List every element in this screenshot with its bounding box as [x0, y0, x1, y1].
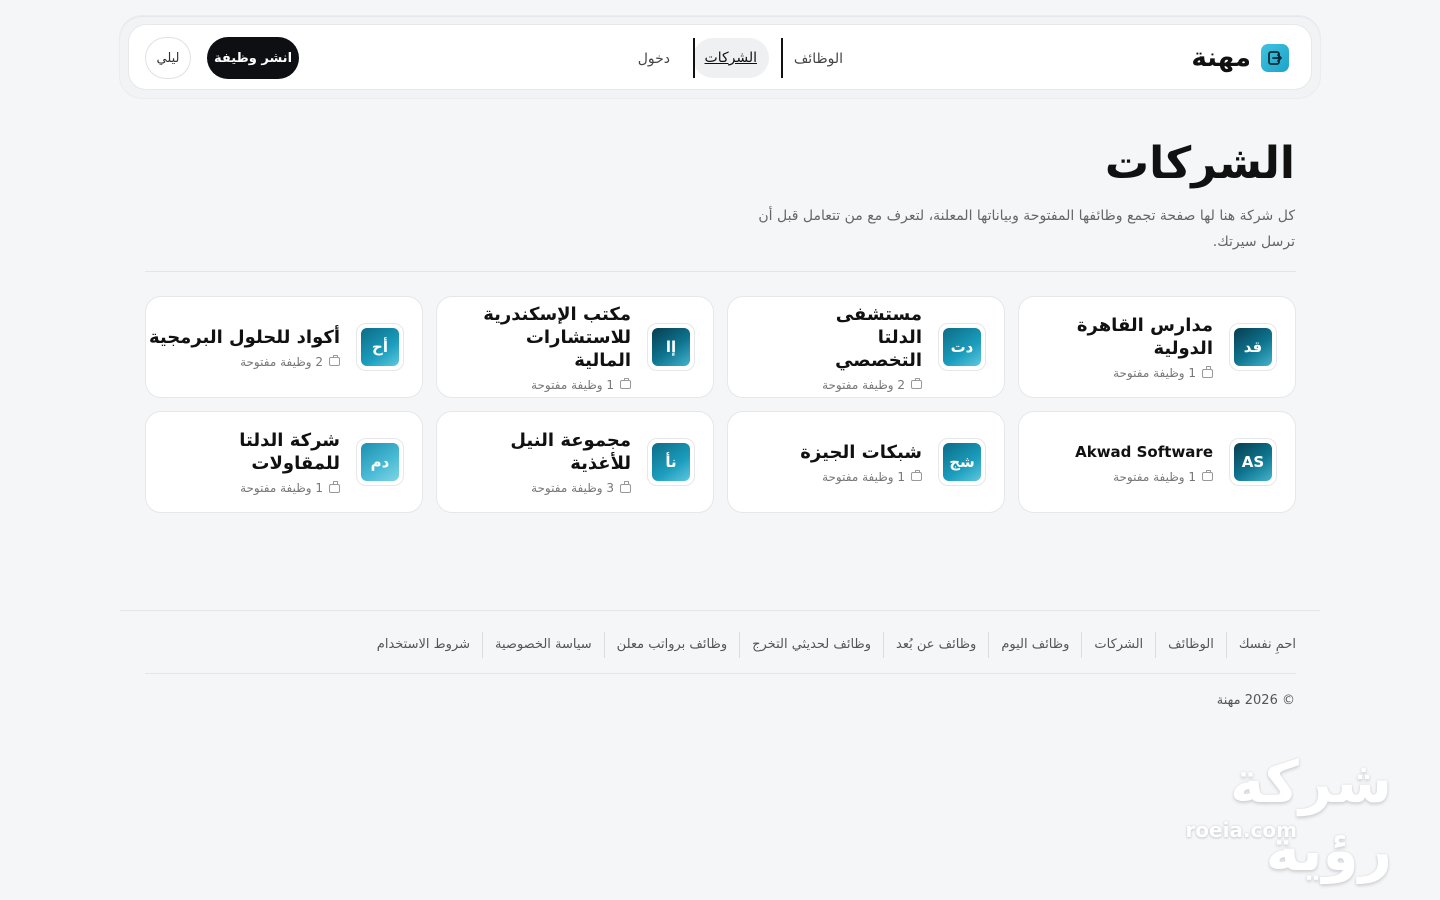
- company-initials: قد: [1234, 328, 1272, 366]
- watermark: شركة رؤية roeia.com: [1092, 748, 1392, 884]
- company-logo: قد: [1229, 323, 1277, 371]
- watermark-url: roeia.com: [1185, 818, 1297, 842]
- open-jobs-text: 1 وظيفة مفتوحة: [1113, 469, 1196, 484]
- company-logo: أح: [356, 323, 404, 371]
- company-logo: دم: [356, 438, 404, 486]
- briefcase-icon: [620, 481, 631, 493]
- open-jobs-text: 2 وظيفة مفتوحة: [822, 377, 905, 392]
- company-initials: إا: [652, 328, 690, 366]
- open-jobs-text: 1 وظيفة مفتوحة: [822, 469, 905, 484]
- briefcase-icon: [329, 481, 340, 493]
- company-open-jobs: 3 وظيفة مفتوحة: [501, 481, 631, 495]
- footer-divider: [120, 610, 1320, 611]
- navbar: مهنة الوظائف الشركات دخول انشر وظيفة ليل…: [120, 16, 1320, 98]
- nav-login[interactable]: دخول: [638, 39, 670, 79]
- open-jobs-text: 1 وظيفة مفتوحة: [531, 377, 614, 392]
- company-logo: AS: [1229, 438, 1277, 486]
- divider: [145, 271, 1296, 272]
- post-job-button[interactable]: انشر وظيفة: [207, 37, 299, 79]
- divider: [145, 673, 1296, 674]
- company-card[interactable]: دت مستشفى الدلتا التخصصي 2 وظيفة مفتوحة: [727, 296, 1005, 398]
- company-open-jobs: 1 وظيفة مفتوحة: [471, 377, 631, 392]
- open-jobs-text: 1 وظيفة مفتوحة: [1113, 366, 1196, 380]
- company-logo: إا: [647, 323, 695, 371]
- company-name[interactable]: شبكات الجيزة: [800, 441, 922, 464]
- company-card[interactable]: أح أكواد للحلول البرمجية 2 وظيفة مفتوحة: [145, 296, 423, 398]
- footer-link-terms[interactable]: شروط الاستخدام: [365, 632, 482, 658]
- company-open-jobs: 1 وظيفة مفتوحة: [800, 469, 922, 484]
- company-card[interactable]: إا مكتب الإسكندرية للاستشارات المالية 1 …: [436, 296, 714, 398]
- company-card[interactable]: دم شركة الدلتا للمقاولات 1 وظيفة مفتوحة: [145, 411, 423, 513]
- theme-toggle-button[interactable]: ليلي: [145, 37, 191, 79]
- briefcase-icon: [1202, 366, 1213, 378]
- brand-logo[interactable]: مهنة: [1191, 41, 1289, 75]
- nav-jobs[interactable]: الوظائف: [794, 39, 843, 79]
- nav-divider: [693, 38, 695, 78]
- company-name[interactable]: أكواد للحلول البرمجية: [149, 326, 340, 349]
- company-open-jobs: 1 وظيفة مفتوحة: [1019, 366, 1213, 380]
- footer-link-jobs[interactable]: الوظائف: [1155, 632, 1226, 658]
- briefcase-icon: [911, 377, 922, 389]
- company-name[interactable]: مستشفى الدلتا التخصصي: [792, 303, 922, 372]
- briefcase-icon: [329, 354, 340, 366]
- footer-link-today-jobs[interactable]: وظائف اليوم: [988, 632, 1081, 658]
- open-jobs-text: 3 وظيفة مفتوحة: [531, 481, 614, 495]
- company-open-jobs: 2 وظيفة مفتوحة: [149, 354, 340, 369]
- footer-link-privacy[interactable]: سياسة الخصوصية: [482, 632, 604, 658]
- company-name[interactable]: مجموعة النيل للأغذية: [501, 429, 631, 475]
- footer-nav: احمِ نفسك الوظائف الشركات وظائف اليوم وظ…: [365, 632, 1296, 658]
- company-logo: دت: [938, 323, 986, 371]
- company-open-jobs: 2 وظيفة مفتوحة: [792, 377, 922, 392]
- company-initials: دت: [943, 328, 981, 366]
- company-card[interactable]: نأ مجموعة النيل للأغذية 3 وظيفة مفتوحة: [436, 411, 714, 513]
- company-card[interactable]: قد مدارس القاهرة الدولية 1 وظيفة مفتوحة: [1018, 296, 1296, 398]
- company-name[interactable]: مدارس القاهرة الدولية: [1019, 314, 1213, 360]
- footer-link-protect-yourself[interactable]: احمِ نفسك: [1225, 632, 1296, 658]
- company-card[interactable]: AS Akwad Software 1 وظيفة مفتوحة: [1018, 411, 1296, 513]
- companies-grid: قد مدارس القاهرة الدولية 1 وظيفة مفتوحة …: [145, 296, 1296, 513]
- company-open-jobs: 1 وظيفة مفتوحة: [1075, 469, 1213, 484]
- copyright: © 2026 مهنة: [1216, 693, 1295, 708]
- page-title: الشركات: [1104, 138, 1295, 189]
- footer-link-remote-jobs[interactable]: وظائف عن بُعد: [883, 632, 988, 658]
- company-logo: نأ: [647, 438, 695, 486]
- page-description: كل شركة هنا لها صفحة تجمع وظائفها المفتو…: [758, 208, 1295, 250]
- navbar-inner: مهنة الوظائف الشركات دخول انشر وظيفة ليل…: [128, 24, 1312, 90]
- company-initials: AS: [1234, 443, 1272, 481]
- watermark-text: شركة رؤية: [1229, 748, 1392, 884]
- brand-name: مهنة: [1191, 43, 1251, 73]
- footer-link-salary-jobs[interactable]: وظائف برواتب معلن: [603, 632, 739, 658]
- nav-divider: [781, 38, 783, 78]
- company-initials: نأ: [652, 443, 690, 481]
- company-name[interactable]: شركة الدلتا للمقاولات: [146, 429, 340, 475]
- briefcase-icon: [1202, 469, 1213, 481]
- nav-companies[interactable]: الشركات: [692, 38, 769, 78]
- open-jobs-text: 1 وظيفة مفتوحة: [240, 481, 323, 495]
- company-initials: أح: [361, 328, 399, 366]
- company-initials: دم: [361, 443, 399, 481]
- company-name[interactable]: Akwad Software: [1075, 441, 1213, 464]
- logout-square-icon: [1261, 44, 1289, 72]
- footer-link-companies[interactable]: الشركات: [1081, 632, 1155, 658]
- briefcase-icon: [911, 469, 922, 481]
- briefcase-icon: [620, 377, 631, 389]
- company-initials: شج: [943, 443, 981, 481]
- company-logo: شج: [938, 438, 986, 486]
- company-name[interactable]: مكتب الإسكندرية للاستشارات المالية: [471, 303, 631, 372]
- company-card[interactable]: شج شبكات الجيزة 1 وظيفة مفتوحة: [727, 411, 1005, 513]
- open-jobs-text: 2 وظيفة مفتوحة: [240, 354, 323, 369]
- footer-link-graduate-jobs[interactable]: وظائف لحديثي التخرج: [739, 632, 883, 658]
- company-open-jobs: 1 وظيفة مفتوحة: [146, 481, 340, 495]
